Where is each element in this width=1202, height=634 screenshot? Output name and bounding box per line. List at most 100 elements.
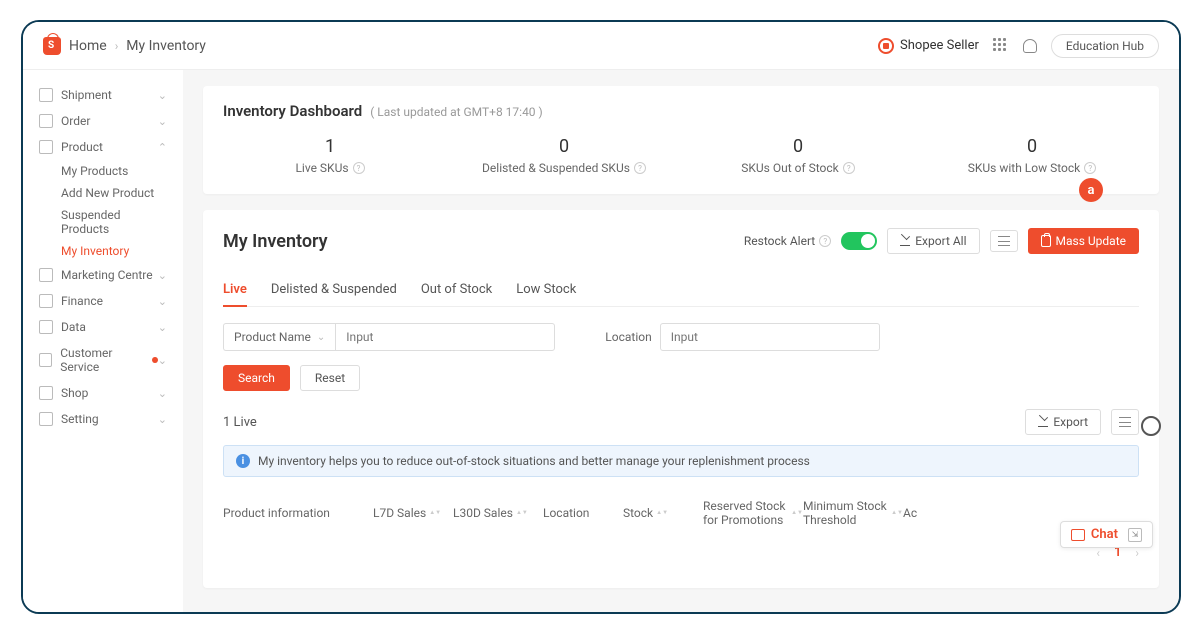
bell-icon[interactable] xyxy=(1023,39,1037,53)
col-l30d-sales[interactable]: L30D Sales▲▼ xyxy=(453,499,543,527)
chevron-down-icon: ⌄ xyxy=(158,89,167,102)
list-icon xyxy=(998,236,1010,246)
sidebar-item-order[interactable]: Order⌄ xyxy=(23,108,183,134)
stat-live-skus[interactable]: 1 Live SKUs? xyxy=(213,136,447,176)
chevron-down-icon[interactable]: ⌄ xyxy=(317,332,325,343)
col-reserved-stock[interactable]: Reserved Stock for Promotions▲▼ xyxy=(703,499,803,527)
product-name-input[interactable] xyxy=(335,323,555,351)
filter-product-name: Product Name⌄ xyxy=(223,323,555,351)
pagination: ‹ 1 › xyxy=(223,535,1139,570)
download-icon xyxy=(1038,417,1048,427)
tab-out-of-stock[interactable]: Out of Stock xyxy=(421,274,492,306)
info-banner: i My inventory helps you to reduce out-o… xyxy=(223,445,1139,477)
gear-icon xyxy=(39,412,53,426)
col-location[interactable]: Location xyxy=(543,499,623,527)
list-view-button[interactable] xyxy=(990,230,1018,252)
tab-delisted[interactable]: Delisted & Suspended xyxy=(271,274,397,306)
order-icon xyxy=(39,114,53,128)
chevron-down-icon: ⌄ xyxy=(158,354,167,367)
restock-alert-label: Restock Alert ? xyxy=(744,234,831,248)
sidebar-item-marketing[interactable]: Marketing Centre⌄ xyxy=(23,262,183,288)
cursor-icon xyxy=(1141,416,1161,436)
info-icon: i xyxy=(236,454,250,468)
header: S Home › My Inventory Shopee Seller Educ… xyxy=(23,22,1179,70)
sort-icon: ▲▼ xyxy=(516,511,528,515)
sidebar-item-shipment[interactable]: Shipment⌄ xyxy=(23,82,183,108)
search-button[interactable]: Search xyxy=(223,365,290,391)
shopee-logo-icon: S xyxy=(43,37,61,55)
chevron-down-icon: ⌄ xyxy=(158,269,167,282)
export-all-button[interactable]: Export All xyxy=(887,228,979,254)
annotation-a: a xyxy=(1079,178,1103,202)
col-stock[interactable]: Stock▲▼ xyxy=(623,499,703,527)
customer-service-icon xyxy=(39,353,52,367)
sort-icon: ▲▼ xyxy=(656,511,668,515)
sidebar-item-customer-service[interactable]: Customer Service⌄ xyxy=(23,340,183,380)
sidebar: Shipment⌄ Order⌄ Product⌃ My Products Ad… xyxy=(23,70,183,612)
help-icon[interactable]: ? xyxy=(1084,162,1096,174)
mass-update-button[interactable]: Mass Update xyxy=(1028,228,1139,254)
chevron-down-icon: ⌄ xyxy=(158,387,167,400)
help-icon[interactable]: ? xyxy=(843,162,855,174)
sort-icon: ▲▼ xyxy=(791,511,803,515)
finance-icon xyxy=(39,294,53,308)
sidebar-sub-add-new-product[interactable]: Add New Product xyxy=(23,182,183,204)
breadcrumb: Home › My Inventory xyxy=(69,38,206,54)
location-input[interactable] xyxy=(660,323,880,351)
chevron-down-icon: ⌄ xyxy=(158,295,167,308)
stat-out-of-stock-skus[interactable]: 0 SKUs Out of Stock? xyxy=(681,136,915,176)
breadcrumb-current: My Inventory xyxy=(126,38,206,54)
chevron-up-icon: ⌃ xyxy=(158,141,167,154)
sidebar-item-product[interactable]: Product⌃ xyxy=(23,134,183,160)
help-icon[interactable]: ? xyxy=(819,235,831,247)
sort-icon: ▲▼ xyxy=(429,511,441,515)
help-icon[interactable]: ? xyxy=(634,162,646,174)
shipment-icon xyxy=(39,88,53,102)
clipboard-icon xyxy=(1041,235,1051,247)
sidebar-sub-my-products[interactable]: My Products xyxy=(23,160,183,182)
sidebar-item-shop[interactable]: Shop⌄ xyxy=(23,380,183,406)
main-content: Inventory Dashboard ( Last updated at GM… xyxy=(183,70,1179,612)
stat-low-stock-skus[interactable]: 0 SKUs with Low Stock? xyxy=(915,136,1149,176)
col-product-info[interactable]: Product information xyxy=(223,499,373,527)
list-icon xyxy=(1119,417,1131,427)
my-inventory-card: My Inventory Restock Alert ? Export All … xyxy=(203,210,1159,588)
col-action[interactable]: Ac xyxy=(903,499,933,527)
sidebar-sub-suspended-products[interactable]: Suspended Products xyxy=(23,204,183,240)
chevron-down-icon: ⌄ xyxy=(158,115,167,128)
filter-location: Location xyxy=(595,323,879,351)
reset-button[interactable]: Reset xyxy=(300,365,360,391)
col-min-stock-threshold[interactable]: Minimum Stock Threshold▲▼ xyxy=(803,499,903,527)
restock-alert-toggle[interactable] xyxy=(841,232,877,250)
sort-icon: ▲▼ xyxy=(891,511,903,515)
apps-grid-icon[interactable] xyxy=(993,38,1009,54)
columns-button[interactable] xyxy=(1111,409,1139,435)
sidebar-item-finance[interactable]: Finance⌄ xyxy=(23,288,183,314)
breadcrumb-home[interactable]: Home xyxy=(69,38,107,54)
sidebar-sub-my-inventory[interactable]: My Inventory xyxy=(23,240,183,262)
education-hub-button[interactable]: Education Hub xyxy=(1051,34,1159,58)
chat-widget[interactable]: Chat ⇲ xyxy=(1060,521,1153,548)
tab-live[interactable]: Live xyxy=(223,274,247,307)
collapse-icon[interactable]: ⇲ xyxy=(1128,528,1142,542)
help-icon[interactable]: ? xyxy=(353,162,365,174)
my-inventory-title: My Inventory xyxy=(223,231,328,252)
seller-badge[interactable]: Shopee Seller xyxy=(878,38,979,54)
data-icon xyxy=(39,320,53,334)
shop-icon xyxy=(39,386,53,400)
inventory-tabs: Live Delisted & Suspended Out of Stock L… xyxy=(223,274,1139,307)
dashboard-title: Inventory Dashboard xyxy=(223,102,362,120)
chat-icon xyxy=(1071,529,1085,541)
stat-delisted-skus[interactable]: 0 Delisted & Suspended SKUs? xyxy=(447,136,681,176)
dashboard-updated: ( Last updated at GMT+8 17:40 ) xyxy=(370,105,543,119)
col-l7d-sales[interactable]: L7D Sales▲▼ xyxy=(373,499,453,527)
chevron-right-icon: › xyxy=(115,39,119,53)
chevron-down-icon: ⌄ xyxy=(158,321,167,334)
table-header: Product information L7D Sales▲▼ L30D Sal… xyxy=(223,491,1139,535)
tab-low-stock[interactable]: Low Stock xyxy=(516,274,576,306)
sidebar-item-data[interactable]: Data⌄ xyxy=(23,314,183,340)
result-count: 1 Live xyxy=(223,415,257,430)
sidebar-item-setting[interactable]: Setting⌄ xyxy=(23,406,183,432)
product-icon xyxy=(39,140,53,154)
export-button[interactable]: Export xyxy=(1025,409,1101,435)
